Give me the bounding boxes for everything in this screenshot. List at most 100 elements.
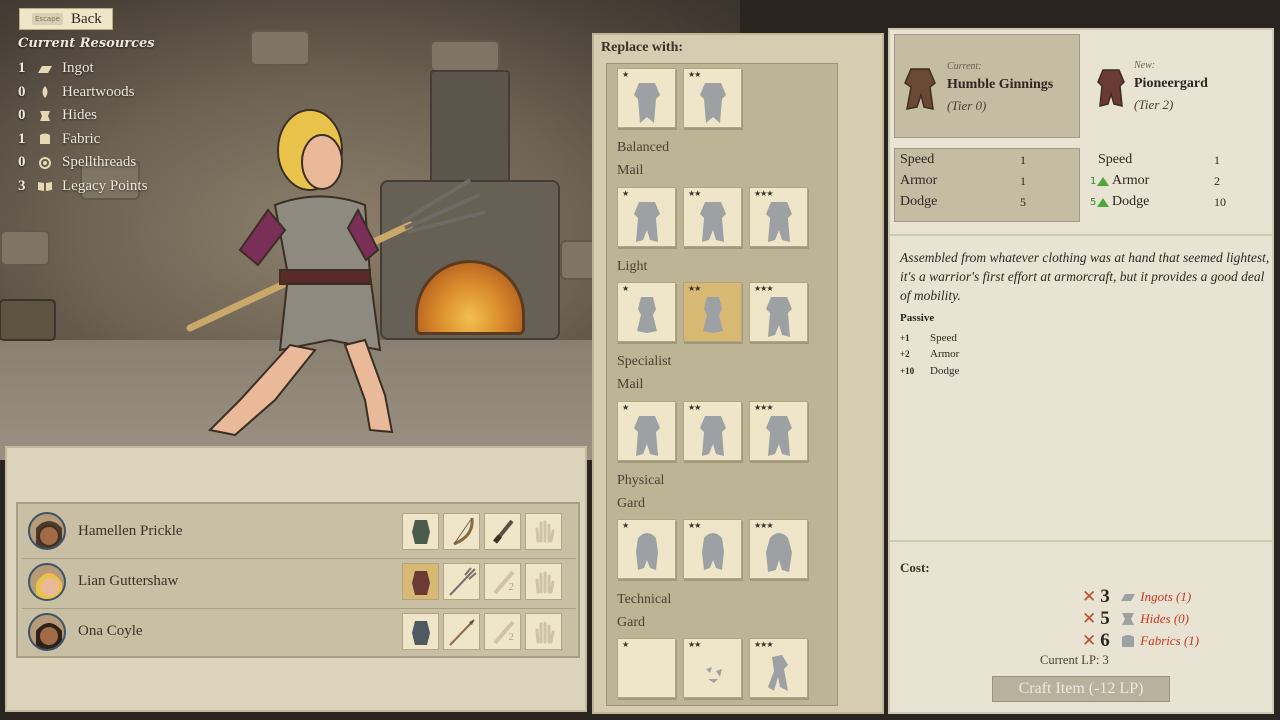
pitchfork-icon <box>448 566 477 596</box>
slot-badge: 2 <box>508 581 515 593</box>
hand-slot[interactable] <box>525 512 562 550</box>
armor-option[interactable]: ★★ <box>683 638 742 698</box>
party-member-row[interactable]: Ona Coyle 2 <box>22 608 576 654</box>
armor-silhouette-icon <box>703 297 723 333</box>
armor-silhouette-icon <box>766 533 792 572</box>
item-description: Assembled from whatever clothing was at … <box>900 250 1270 303</box>
avatar <box>28 562 66 601</box>
member-name: Lian Guttershaw <box>78 573 179 589</box>
armor-option-selected[interactable]: ★★ <box>683 282 742 342</box>
party-member-row[interactable]: Hamellen Prickle <box>22 508 576 554</box>
armor-option[interactable]: ★★★ <box>749 187 808 247</box>
armor-slot[interactable] <box>402 613 439 650</box>
armor-option[interactable]: ★★★ <box>749 282 808 342</box>
current-lp: Current LP: 3 <box>1040 653 1109 667</box>
replace-panel: Replace with: ★ ★★ Balanced Mail ★ ★★ ★★★… <box>592 33 884 714</box>
slot-badge: 2 <box>508 631 515 643</box>
current-stat-speed: Speed 1 <box>900 152 1026 167</box>
hand-slot[interactable] <box>525 613 562 650</box>
armor-option[interactable]: ★★★ <box>749 519 808 579</box>
armor-slot[interactable] <box>402 512 439 550</box>
armor-option[interactable]: ★★ <box>683 187 742 247</box>
category-label: Specialist Mail <box>617 354 672 392</box>
armor-option[interactable]: ★ <box>617 638 676 698</box>
armor-silhouette-icon <box>636 533 658 570</box>
member-name: Ona Coyle <box>78 623 143 639</box>
current-caption: Current: <box>947 61 982 72</box>
cost-title: Cost: <box>900 560 930 575</box>
item-detail-panel: Current: Humble Ginnings (Tier 0) New: P… <box>888 28 1274 714</box>
heartwood-icon <box>36 85 54 99</box>
craft-item-button[interactable]: Craft Item (-12 LP) <box>992 676 1170 702</box>
weapon-slot[interactable] <box>443 512 480 550</box>
resource-spellthreads: 0 Spellthreads <box>18 154 137 171</box>
armor-silhouette-icon <box>637 297 657 333</box>
replace-header: Replace with: <box>601 40 684 55</box>
armor-option[interactable]: ★★★ <box>749 638 808 698</box>
armor-option[interactable]: ★★★ <box>749 401 808 461</box>
armor-silhouette-icon <box>634 83 660 123</box>
current-stat-armor: Armor 1 <box>900 173 1026 188</box>
armor-option[interactable]: ★★ <box>683 68 742 128</box>
armor-silhouette-icon <box>634 202 660 242</box>
current-item-box: Current: Humble Ginnings (Tier 0) <box>894 34 1080 138</box>
weapon-slot[interactable] <box>443 613 480 650</box>
party-member-row[interactable]: Lian Guttershaw 2 <box>22 558 576 604</box>
armor-option[interactable]: ★★ <box>683 519 742 579</box>
current-item-name: Humble Ginnings <box>947 77 1054 92</box>
spear-icon <box>448 618 475 646</box>
skill-slot[interactable]: 2 <box>484 563 521 600</box>
armor-option[interactable]: ★ <box>617 68 676 128</box>
armor-silhouette-icon <box>700 83 726 123</box>
current-armor-icon <box>904 68 936 110</box>
missing-x-icon: ✕ <box>1082 631 1097 651</box>
resource-legacy-points: 3 Legacy Points <box>18 177 148 194</box>
spellthread-icon <box>36 156 54 170</box>
hide-icon <box>36 109 54 123</box>
resource-heartwoods: 0 Heartwoods <box>18 83 135 100</box>
party-list: Hamellen Prickle Lian Guttershaw 2 Ona C… <box>16 502 580 658</box>
dodge-increase: 5 <box>1090 197 1110 208</box>
armor-option[interactable]: ★ <box>617 401 676 461</box>
wall-stone <box>0 230 50 266</box>
back-label: Back <box>70 10 102 27</box>
armor-silhouette-icon <box>634 416 660 456</box>
avatar <box>28 612 66 651</box>
new-item-name: Pioneergard <box>1134 76 1208 91</box>
back-button[interactable]: Escape Back <box>19 8 113 30</box>
armor-option[interactable]: ★ <box>617 187 676 247</box>
armor-option-list[interactable]: ★ ★★ Balanced Mail ★ ★★ ★★★ Light ★ ★★ ★★… <box>606 63 838 706</box>
new-stat-dodge: Dodge 10 <box>1112 194 1226 209</box>
hand-slot[interactable] <box>525 563 562 600</box>
resource-hides: 0 Hides <box>18 107 97 124</box>
skill-slot[interactable]: 2 <box>484 613 521 650</box>
cost-hides: ✕ 5 Hides (0) <box>1082 608 1189 629</box>
armor-silhouette-icon <box>766 202 792 242</box>
hero-character <box>186 109 486 437</box>
armor-slot[interactable] <box>402 563 439 600</box>
armor-silhouette-icon <box>706 667 722 683</box>
weapon-slot[interactable] <box>443 563 480 600</box>
armor-option[interactable]: ★ <box>617 282 676 342</box>
armor-option[interactable]: ★★ <box>683 401 742 461</box>
up-arrow-icon <box>1097 198 1110 207</box>
new-armor-icon <box>1097 69 1125 107</box>
passive-speed: +1 Speed <box>900 332 957 344</box>
current-item-tier: (Tier 0) <box>947 98 987 113</box>
armor-option[interactable]: ★ <box>617 519 676 579</box>
category-label: Technical Gard <box>617 592 672 630</box>
new-item-tier: (Tier 2) <box>1134 97 1174 112</box>
ingot-icon <box>1121 594 1136 601</box>
fabric-icon <box>36 132 54 146</box>
armor-icon <box>411 570 430 595</box>
anvil-icon <box>0 299 56 341</box>
skill-slot[interactable] <box>484 512 521 550</box>
resources-panel: Current Resources 1 Ingot 0 Heartwoods 0… <box>18 36 155 198</box>
item-comparison: Current: Humble Ginnings (Tier 0) New: P… <box>894 34 1270 140</box>
armor-increase: 1 <box>1090 176 1110 187</box>
member-name: Hamellen Prickle <box>78 522 183 539</box>
escape-key-hint: Escape <box>32 13 63 25</box>
armor-icon <box>411 520 430 544</box>
ingot-icon <box>36 62 54 76</box>
category-label: Light <box>617 259 648 274</box>
